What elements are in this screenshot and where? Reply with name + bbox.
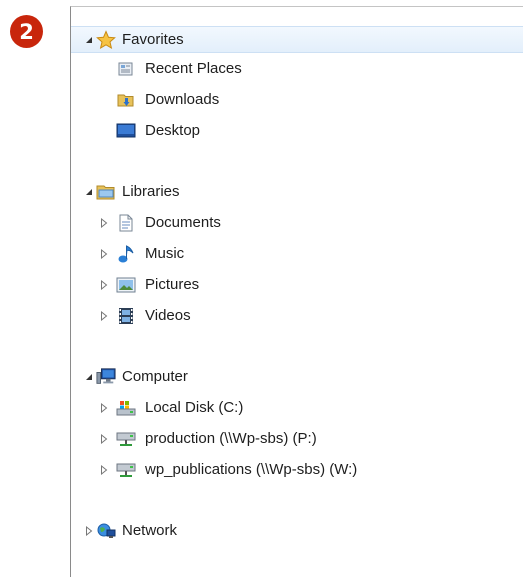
tree-item-pictures[interactable]: Pictures bbox=[71, 271, 523, 298]
tree-item-music[interactable]: Music bbox=[71, 240, 523, 267]
production-drive-label: production (\\Wp-sbs) (P:) bbox=[145, 429, 317, 447]
collapsed-arrow-icon[interactable] bbox=[99, 310, 109, 321]
film-icon bbox=[116, 306, 136, 326]
star-icon bbox=[96, 29, 116, 50]
tree-item-wp-publications-drive[interactable]: wp_publications (\\Wp-sbs) (W:) bbox=[71, 456, 523, 483]
documents-label: Documents bbox=[145, 213, 221, 231]
videos-label: Videos bbox=[145, 306, 191, 324]
tree-item-recent-places[interactable]: Recent Places bbox=[71, 55, 523, 82]
network-drive-icon bbox=[116, 460, 136, 480]
navigation-pane[interactable]: Favorites Recent Places Downloads Deskto… bbox=[70, 6, 523, 577]
expanded-arrow-icon[interactable] bbox=[84, 187, 94, 197]
downloads-label: Downloads bbox=[145, 90, 220, 108]
pictures-label: Pictures bbox=[145, 275, 200, 293]
libraries-folder-icon bbox=[96, 182, 116, 202]
collapsed-arrow-icon[interactable] bbox=[99, 248, 109, 259]
tree-item-downloads[interactable]: Downloads bbox=[71, 86, 523, 113]
wp-publications-drive-label: wp_publications (\\Wp-sbs) (W:) bbox=[145, 460, 358, 478]
computer-icon bbox=[96, 367, 116, 387]
collapsed-arrow-icon[interactable] bbox=[99, 464, 109, 475]
tree-item-documents[interactable]: Documents bbox=[71, 209, 523, 236]
collapsed-arrow-icon[interactable] bbox=[99, 402, 109, 413]
network-drive-icon bbox=[116, 429, 136, 449]
step-number-badge: 2 bbox=[10, 15, 43, 48]
tree-node-network[interactable]: Network bbox=[71, 517, 523, 544]
computer-label: Computer bbox=[122, 367, 188, 385]
tree-item-production-drive[interactable]: production (\\Wp-sbs) (P:) bbox=[71, 425, 523, 452]
libraries-label: Libraries bbox=[122, 182, 180, 200]
tree-item-videos[interactable]: Videos bbox=[71, 302, 523, 329]
collapsed-arrow-icon[interactable] bbox=[99, 217, 109, 228]
favorites-label: Favorites bbox=[122, 30, 184, 48]
music-note-icon bbox=[116, 244, 136, 264]
tree-node-favorites[interactable]: Favorites bbox=[71, 26, 523, 53]
expanded-arrow-icon[interactable] bbox=[84, 372, 94, 382]
picture-icon bbox=[116, 275, 136, 295]
local-disk-label: Local Disk (C:) bbox=[145, 398, 244, 416]
network-label: Network bbox=[122, 521, 178, 539]
tree-node-computer[interactable]: Computer bbox=[71, 363, 523, 390]
collapsed-arrow-icon[interactable] bbox=[84, 525, 94, 536]
tree-node-libraries[interactable]: Libraries bbox=[71, 178, 523, 205]
local-disk-icon bbox=[116, 398, 136, 418]
desktop-label: Desktop bbox=[145, 121, 201, 139]
document-icon bbox=[116, 213, 136, 233]
tree-item-desktop[interactable]: Desktop bbox=[71, 117, 523, 144]
recent-places-icon bbox=[116, 59, 136, 79]
recent-places-label: Recent Places bbox=[145, 59, 242, 77]
desktop-icon bbox=[116, 121, 136, 141]
network-globe-icon bbox=[96, 521, 116, 541]
expanded-arrow-icon[interactable] bbox=[84, 35, 94, 45]
tree-item-local-disk[interactable]: Local Disk (C:) bbox=[71, 394, 523, 421]
collapsed-arrow-icon[interactable] bbox=[99, 433, 109, 444]
collapsed-arrow-icon[interactable] bbox=[99, 279, 109, 290]
music-label: Music bbox=[145, 244, 185, 262]
downloads-folder-icon bbox=[116, 90, 136, 110]
